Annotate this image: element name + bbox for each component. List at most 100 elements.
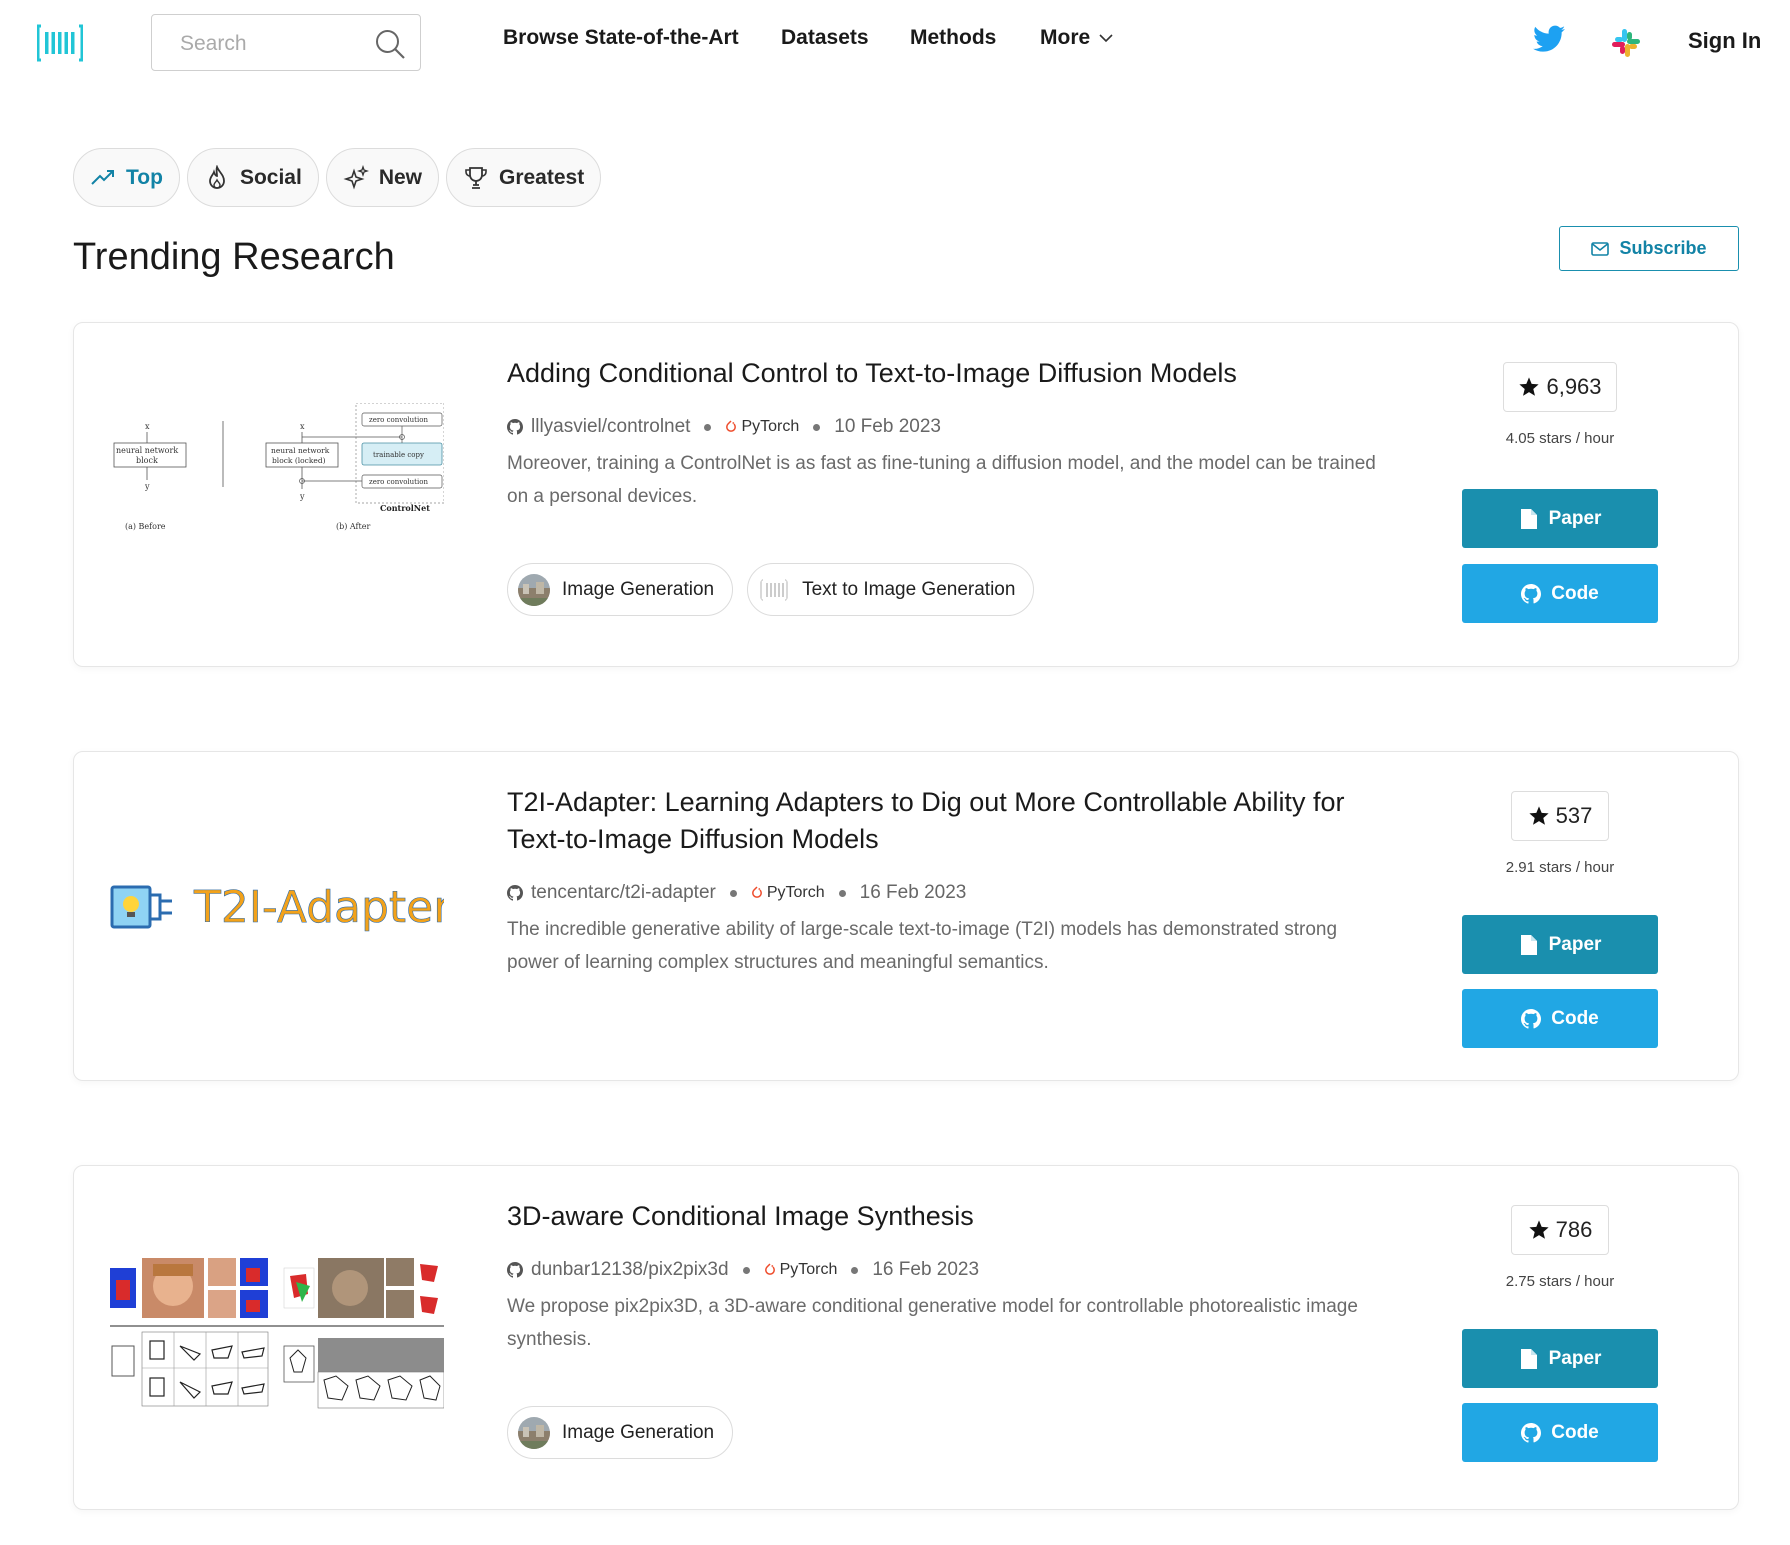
separator-dot bbox=[742, 1266, 750, 1274]
abstract-line: power of learning complex structures and… bbox=[507, 952, 1049, 973]
tab-social[interactable]: Social bbox=[186, 148, 319, 207]
slack-icon[interactable] bbox=[1610, 27, 1642, 59]
nav-more-dropdown[interactable]: More bbox=[1040, 26, 1114, 50]
nav-browse-sota[interactable]: Browse State-of-the-Art bbox=[503, 26, 739, 50]
star-icon bbox=[1529, 1220, 1549, 1239]
sparkles-icon bbox=[343, 164, 369, 190]
pix2pix3d-figure-thumbnail[interactable] bbox=[110, 1246, 444, 1411]
paper-button[interactable]: Paper bbox=[1462, 1329, 1658, 1388]
stars-per-hour: 4.05 stars / hour bbox=[1505, 430, 1615, 447]
stars-per-hour: 2.75 stars / hour bbox=[1505, 1273, 1615, 1290]
separator-dot bbox=[851, 1266, 859, 1274]
sign-in-link[interactable]: Sign In bbox=[1688, 28, 1761, 54]
stars-count: 786 bbox=[1555, 1217, 1593, 1242]
paper-card: T2I-Adapter T2I-Adapter: Learning Adapte… bbox=[73, 751, 1739, 1081]
fig-controlnet-label: ControlNet bbox=[380, 503, 430, 513]
search-icon[interactable] bbox=[374, 28, 406, 60]
abstract-line: on a personal devices. bbox=[507, 486, 698, 507]
fig-block-text: neural network bbox=[116, 446, 178, 455]
paper-date: 16 Feb 2023 bbox=[872, 1259, 980, 1280]
nav-more-label: More bbox=[1040, 26, 1091, 49]
paper-title[interactable]: 3D-aware Conditional Image Synthesis bbox=[507, 1198, 1367, 1235]
tab-top[interactable]: Top bbox=[73, 148, 180, 207]
code-button[interactable]: Code bbox=[1462, 1403, 1658, 1462]
star-icon bbox=[1529, 806, 1549, 825]
paper-card: x neural network block y x neural networ… bbox=[73, 322, 1739, 667]
fig-x-label: x bbox=[145, 422, 150, 431]
fig-y-label-after: y bbox=[299, 492, 305, 501]
code-button[interactable]: Code bbox=[1462, 564, 1658, 623]
stars-count: 537 bbox=[1555, 803, 1593, 828]
framework-badge: PyTorch bbox=[764, 1261, 838, 1279]
separator-dot bbox=[838, 889, 846, 897]
abstract-line: We propose pix2pix3D, a 3D-aware conditi… bbox=[507, 1296, 1358, 1317]
document-icon bbox=[1520, 1348, 1537, 1369]
paper-button-label: Paper bbox=[1548, 933, 1602, 955]
paper-abstract: Moreover, training a ControlNet is as fa… bbox=[507, 447, 1387, 513]
document-icon bbox=[1520, 934, 1537, 955]
t2i-adapter-logo-thumbnail[interactable]: T2I-Adapter bbox=[110, 877, 444, 937]
tab-new-label: New bbox=[378, 165, 422, 189]
abstract-line: The incredible generative ability of lar… bbox=[507, 919, 1338, 940]
github-icon bbox=[507, 885, 523, 901]
repo-link[interactable]: tencentarc/t2i-adapter bbox=[531, 882, 716, 904]
fig-locked-text: neural network bbox=[271, 446, 330, 455]
nav-methods[interactable]: Methods bbox=[910, 26, 996, 50]
stars-count: 6,963 bbox=[1546, 374, 1602, 399]
fig-trainable-copy: trainable copy bbox=[373, 451, 424, 459]
nav-datasets[interactable]: Datasets bbox=[781, 26, 869, 50]
fig-before-caption: (a) Before bbox=[125, 522, 166, 531]
task-chip-text-to-image-generation[interactable]: Text to Image Generation bbox=[747, 563, 1035, 616]
tab-greatest[interactable]: Greatest bbox=[446, 148, 602, 207]
code-button-label: Code bbox=[1551, 1421, 1599, 1443]
paper-button[interactable]: Paper bbox=[1462, 915, 1658, 974]
task-thumbnail-icon bbox=[518, 1416, 550, 1449]
fig-zero-conv-top: zero convolution bbox=[369, 416, 428, 424]
framework-badge: PyTorch bbox=[725, 418, 799, 436]
filter-tabs: Top Social New Greatest bbox=[73, 148, 602, 207]
paper-button-label: Paper bbox=[1548, 507, 1602, 529]
github-icon bbox=[1521, 1422, 1542, 1443]
github-stars-badge: 786 bbox=[1511, 1205, 1609, 1255]
framework-label: PyTorch bbox=[766, 884, 825, 901]
task-chip-label: Image Generation bbox=[562, 1421, 715, 1443]
stars-per-hour: 2.91 stars / hour bbox=[1505, 859, 1615, 876]
paper-abstract: The incredible generative ability of lar… bbox=[507, 913, 1387, 979]
paper-meta: tencentarc/t2i-adapter PyTorch 16 Feb 20… bbox=[507, 882, 966, 904]
github-stars-badge: 6,963 bbox=[1503, 362, 1617, 412]
chevron-down-icon bbox=[1099, 34, 1113, 43]
github-icon bbox=[1521, 1008, 1542, 1029]
fig-after-caption: (b) After bbox=[336, 522, 370, 531]
task-chips: Image Generation bbox=[507, 1406, 734, 1459]
search-input[interactable] bbox=[180, 29, 360, 59]
page-title: Trending Research bbox=[73, 236, 395, 278]
repo-link[interactable]: dunbar12138/pix2pix3d bbox=[531, 1259, 729, 1281]
paper-date: 10 Feb 2023 bbox=[834, 416, 941, 437]
paper-button[interactable]: Paper bbox=[1462, 489, 1658, 548]
controlnet-figure-thumbnail[interactable]: x neural network block y x neural networ… bbox=[110, 403, 444, 563]
task-chip-image-generation[interactable]: Image Generation bbox=[507, 563, 734, 616]
trophy-icon bbox=[465, 166, 487, 189]
tab-new[interactable]: New bbox=[325, 148, 439, 207]
paper-date: 16 Feb 2023 bbox=[859, 882, 967, 903]
abstract-line: Moreover, training a ControlNet is as fa… bbox=[507, 453, 1376, 474]
github-stars-badge: 537 bbox=[1511, 791, 1609, 841]
separator-dot bbox=[813, 423, 821, 431]
github-icon bbox=[507, 1262, 523, 1278]
subscribe-button[interactable]: Subscribe bbox=[1559, 226, 1739, 271]
tab-social-label: Social bbox=[239, 165, 302, 189]
twitter-icon[interactable] bbox=[1533, 25, 1565, 53]
paper-title[interactable]: Adding Conditional Control to Text-to-Im… bbox=[507, 355, 1367, 392]
repo-link[interactable]: lllyasviel/controlnet bbox=[531, 416, 690, 438]
framework-label: PyTorch bbox=[779, 1261, 838, 1278]
trending-up-icon bbox=[91, 169, 114, 185]
fig-block-text2: block bbox=[136, 456, 158, 465]
task-chips: Image Generation Text to Image Generatio… bbox=[507, 563, 1035, 616]
t2i-adapter-logo-text: T2I-Adapter bbox=[193, 882, 444, 933]
task-chip-image-generation[interactable]: Image Generation bbox=[507, 1406, 734, 1459]
code-button[interactable]: Code bbox=[1462, 989, 1658, 1048]
papers-with-code-logo[interactable] bbox=[37, 24, 83, 62]
framework-badge: PyTorch bbox=[751, 884, 825, 902]
mail-icon bbox=[1591, 241, 1610, 256]
paper-title[interactable]: T2I-Adapter: Learning Adapters to Dig ou… bbox=[507, 784, 1367, 858]
